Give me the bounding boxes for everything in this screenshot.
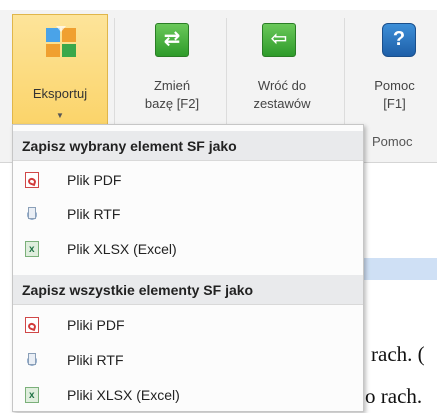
menu-section-header: Zapisz wszystkie elementy SF jako: [13, 275, 363, 305]
menu-item-label: Plik PDF: [67, 172, 122, 188]
menu-item-label: Plik RTF: [67, 206, 121, 222]
help-label-1: Pomoc: [374, 78, 415, 93]
menu-item-all-rtf[interactable]: Pliki RTF: [13, 343, 363, 377]
rtf-file-icon: [25, 206, 39, 222]
menu-item-label: Pliki PDF: [67, 317, 125, 333]
rtf-file-icon: [25, 352, 39, 368]
help-group-label: Pomoc: [372, 134, 413, 149]
menu-item-label: Plik XLSX (Excel): [67, 241, 177, 257]
pdf-file-icon: [25, 172, 39, 188]
selected-row-highlight: [364, 258, 437, 280]
change-db-label-2: bazę [F2]: [144, 96, 200, 111]
menu-item-xlsx[interactable]: Plik XLSX (Excel): [13, 232, 363, 267]
excel-file-icon: [25, 233, 39, 267]
export-dropdown-menu: Zapisz wybrany element SF jako Plik PDF …: [12, 124, 364, 413]
excel-file-icon: [25, 379, 39, 413]
menu-item-label: Pliki XLSX (Excel): [67, 387, 180, 403]
export-label: Eksportuj: [32, 86, 88, 101]
menu-item-rtf[interactable]: Plik RTF: [13, 197, 363, 231]
question-mark-icon: ?: [382, 23, 416, 57]
help-label-2: [F1]: [383, 96, 406, 111]
top-text-strip: [0, 0, 437, 10]
swap-arrows-icon: ⇄: [155, 23, 189, 57]
menu-section-header: Zapisz wybrany element SF jako: [13, 131, 363, 161]
pdf-file-icon: [25, 317, 39, 333]
background-text-2: o rach.: [365, 384, 423, 408]
back-label-2: zestawów: [253, 96, 311, 111]
background-text-1: rach. (: [371, 342, 425, 366]
back-arrow-icon: ⇦: [262, 23, 296, 57]
export-button[interactable]: Eksportuj ▼: [12, 14, 108, 124]
menu-item-all-pdf[interactable]: Pliki PDF: [13, 308, 363, 342]
back-label-1: Wróć do: [257, 78, 307, 93]
menu-item-pdf[interactable]: Plik PDF: [13, 163, 363, 197]
change-db-label-1: Zmień: [153, 78, 191, 93]
menu-item-label: Pliki RTF: [67, 352, 124, 368]
menu-item-all-xlsx[interactable]: Pliki XLSX (Excel): [13, 378, 363, 413]
chevron-down-icon: ▼: [56, 111, 64, 120]
export-icon: [46, 26, 76, 57]
